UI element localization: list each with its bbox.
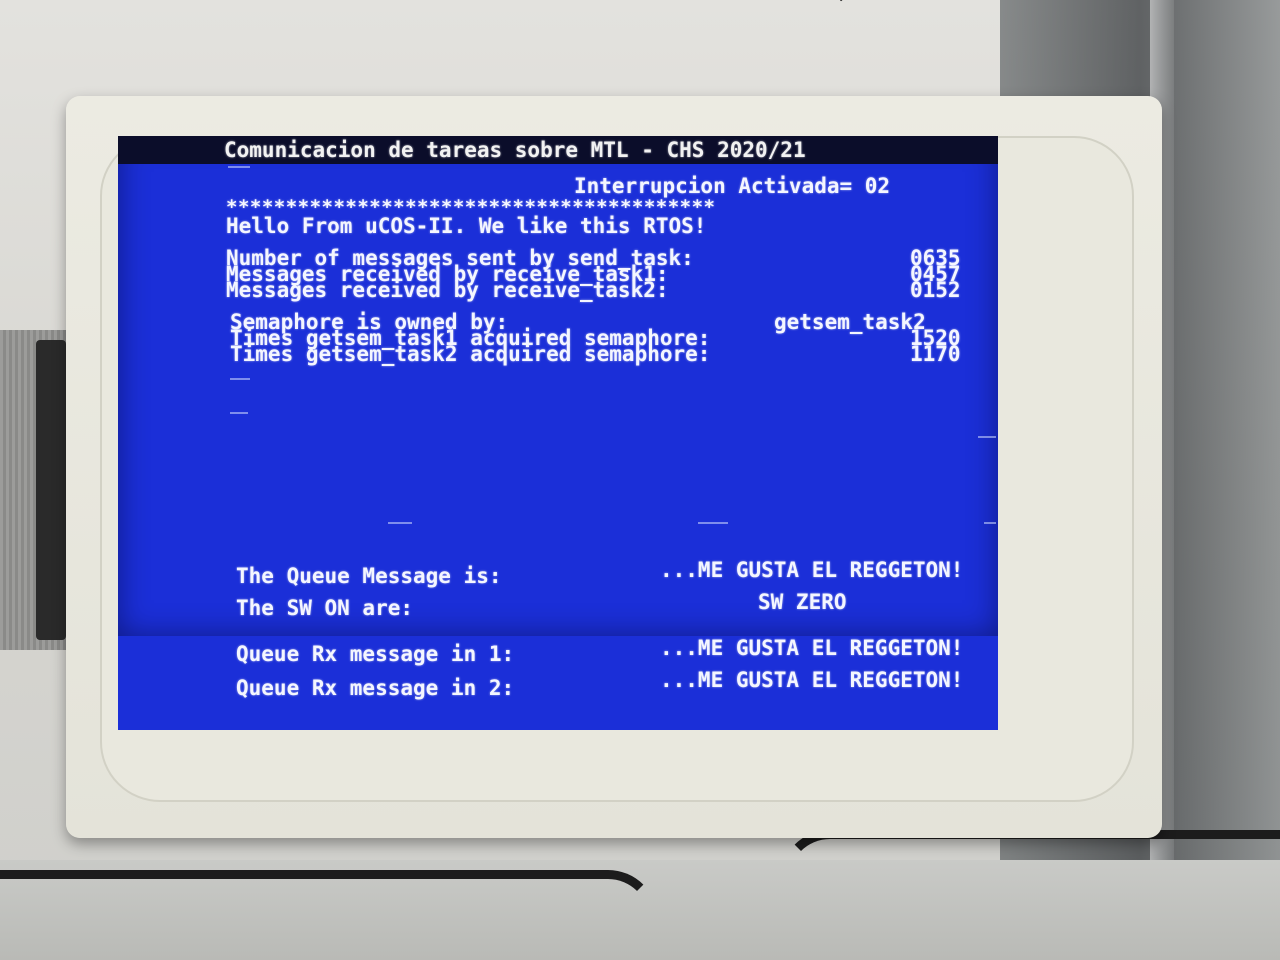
sw-on-label: The SW ON are: (236, 596, 414, 620)
queue-message-label: The Queue Message is: (236, 564, 502, 588)
ribbon-connector (36, 340, 66, 640)
scan-mark (228, 166, 250, 168)
getsem-task2-value: 1170 (910, 342, 961, 366)
lcd-screen-lower: Queue Rx message in 1: ...ME GUSTA EL RE… (118, 636, 998, 730)
screen-title: Comunicacion de tareas sobre MTL - CHS 2… (224, 138, 806, 162)
cable-bottom-left (0, 870, 658, 960)
scan-mark (698, 522, 728, 524)
hello-line: Hello From uCOS-II. We like this RTOS! (226, 214, 707, 238)
queue-rx1-label: Queue Rx message in 1: (236, 642, 515, 666)
queue-message-value: ...ME GUSTA EL REGGETON! (660, 558, 964, 582)
scan-mark (978, 436, 996, 438)
getsem-task2-label: Times getsem_task2 acquired semaphore: (230, 342, 711, 366)
scan-mark (230, 412, 248, 414)
semaphore-owner-value: getsem_task2 (774, 310, 926, 334)
sw-on-value: SW ZERO (758, 590, 847, 614)
scan-mark (230, 378, 250, 380)
received-task2-value: 0152 (910, 278, 961, 302)
queue-rx1-value: ...ME GUSTA EL REGGETON! (660, 636, 964, 660)
lcd-screen: Comunicacion de tareas sobre MTL - CHS 2… (118, 136, 998, 636)
interrupt-line: Interrupcion Activada= 02 (574, 174, 891, 198)
queue-rx2-value: ...ME GUSTA EL REGGETON! (660, 668, 964, 692)
queue-rx2-label: Queue Rx message in 2: (236, 676, 515, 700)
cable-bottom-right (780, 830, 1280, 960)
scan-mark (984, 522, 996, 524)
received-task2-label: Messages received by receive_task2: (226, 278, 669, 302)
scan-mark (388, 522, 412, 524)
photo-scene: Comunicacion de tareas sobre MTL - CHS 2… (0, 0, 1280, 960)
